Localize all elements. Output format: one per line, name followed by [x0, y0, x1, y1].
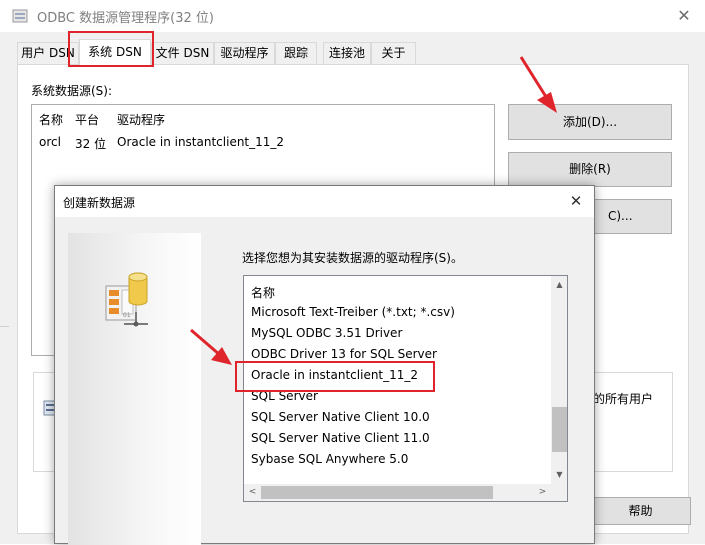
scroll-left-icon[interactable]: <: [244, 484, 261, 501]
background-window-edge: [0, 326, 9, 544]
tab-drivers[interactable]: 驱动程序: [214, 42, 275, 64]
horizontal-scroll-thumb[interactable]: [261, 486, 493, 499]
tab-about[interactable]: 关于: [371, 42, 416, 64]
remove-button[interactable]: 删除(R): [508, 152, 672, 187]
dialog-titlebar[interactable]: 创建新数据源 ✕: [55, 186, 594, 217]
main-titlebar[interactable]: ODBC 数据源管理程序(32 位) ✕: [0, 0, 705, 32]
vertical-scroll-thumb[interactable]: [552, 407, 567, 452]
vertical-scrollbar[interactable]: ▲ ▼: [551, 276, 567, 484]
help-button[interactable]: 帮助: [590, 497, 691, 525]
svg-text:01: 01: [123, 312, 131, 319]
list-item[interactable]: ODBC Driver 13 for SQL Server: [251, 347, 437, 361]
driver-highlight-box: [235, 361, 435, 392]
dsn-row-name[interactable]: orcl: [39, 135, 61, 149]
list-item[interactable]: Microsoft Text-Treiber (*.txt; *.csv): [251, 305, 455, 319]
odbc-app-icon: [12, 9, 28, 23]
system-dsn-list-label: 系统数据源(S):: [31, 84, 113, 98]
database-server-icon: 01: [105, 272, 148, 327]
column-header-platform[interactable]: 平台: [75, 111, 99, 128]
dialog-prompt: 选择您想为其安装数据源的驱动程序(S)。: [242, 251, 463, 265]
dsn-row-platform: 32 位: [75, 137, 107, 151]
tab-connection-pool[interactable]: 连接池: [323, 42, 371, 64]
tab-system-dsn[interactable]: 系统 DSN: [79, 39, 151, 65]
tab-tracing[interactable]: 跟踪: [275, 42, 317, 64]
list-item[interactable]: Sybase SQL Anywhere 5.0: [251, 452, 408, 466]
list-item[interactable]: SQL Server Native Client 11.0: [251, 431, 430, 445]
list-item[interactable]: SQL Server Native Client 10.0: [251, 410, 430, 424]
scroll-down-icon[interactable]: ▼: [551, 466, 567, 483]
driver-list-header[interactable]: 名称: [251, 284, 275, 301]
scroll-corner: [551, 484, 567, 501]
scroll-up-icon[interactable]: ▲: [551, 276, 567, 293]
wizard-side-image: 01: [68, 233, 201, 545]
column-header-driver[interactable]: 驱动程序: [117, 111, 165, 128]
list-item[interactable]: MySQL ODBC 3.51 Driver: [251, 326, 402, 340]
tab-file-dsn[interactable]: 文件 DSN: [151, 42, 214, 64]
main-window-title: ODBC 数据源管理程序(32 位): [37, 11, 214, 26]
dialog-title: 创建新数据源: [63, 196, 136, 210]
add-button[interactable]: 添加(D)...: [508, 104, 672, 140]
column-header-name[interactable]: 名称: [39, 111, 63, 128]
configure-button-label: C)...: [608, 209, 633, 223]
dialog-close-icon[interactable]: ✕: [558, 186, 594, 217]
info-text-fragment: 的所有用户: [593, 392, 654, 406]
main-close-icon[interactable]: ✕: [666, 0, 702, 32]
scroll-right-icon[interactable]: >: [534, 484, 551, 501]
dsn-row-driver: Oracle in instantclient_11_2: [117, 135, 285, 149]
horizontal-scrollbar[interactable]: < >: [244, 484, 551, 501]
